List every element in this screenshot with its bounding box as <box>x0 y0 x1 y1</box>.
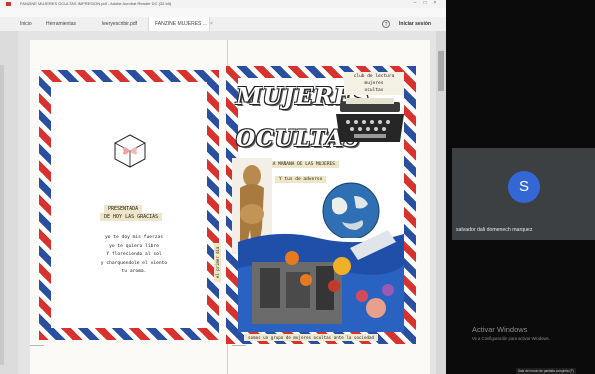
tab-herramientas[interactable]: Herramientas <box>40 17 82 31</box>
crop-mark <box>30 345 44 346</box>
acrobat-window: FANZINE MUJERES OCULTAS IMPRESION.pdf - … <box>0 0 446 374</box>
tab-fanzine-label: FANZINE MUJERES ... <box>155 21 207 27</box>
crop-mark <box>232 345 246 346</box>
tab-fanzine[interactable]: FANZINE MUJERES ... × <box>148 17 213 31</box>
left-tape-2: DE HOY LAS GRACIAS <box>100 213 163 221</box>
tab-close-icon[interactable]: × <box>210 21 213 27</box>
avatar: S <box>508 171 540 203</box>
bottom-banner: somos un grupo de mujeres ocultas ante l… <box>244 334 379 341</box>
maximize-icon[interactable]: □ <box>422 1 428 6</box>
menu-bar: Archivo Edición Ver Firmar Ventana Ayuda <box>0 8 446 22</box>
cover-collage <box>238 230 404 332</box>
window-title: FANZINE MUJERES OCULTAS IMPRESION.pdf - … <box>20 1 172 6</box>
left-poem: yo te doy mis fuerzas yo te quiero libre… <box>92 234 176 277</box>
tab-leeryescribir[interactable]: leeryescribir.pdf <box>96 17 143 31</box>
activate-windows-subtitle: Ve a Configuración para activar Windows. <box>472 336 550 341</box>
club-label: club de lectura mujeres ocultas <box>344 72 404 95</box>
vertical-scrollbar[interactable] <box>436 31 446 374</box>
acrobat-logo-icon <box>6 2 11 6</box>
typewriter-image <box>336 98 404 142</box>
left-tape-1: PRESENTADA <box>104 205 143 213</box>
participant-name: salvador dali domenech marquez <box>456 227 533 233</box>
poem-line: tu aroma. <box>121 269 147 274</box>
cube-butterfly-illustration <box>114 134 146 168</box>
help-icon[interactable]: ? <box>382 20 390 28</box>
left-panel-strip <box>0 31 18 374</box>
scrollbar-thumb[interactable] <box>438 51 444 91</box>
subtitle-tape: LA MAÑANA DE LAS MUJERES <box>266 161 340 168</box>
signin-button[interactable]: Iniciar sesión <box>399 17 431 31</box>
poem-line: Y floreciendo al sol <box>106 252 162 257</box>
poem-line: yo te doy mis fuerzas <box>104 235 164 240</box>
tab-bar: Inicio Herramientas leeryescribir.pdf FA… <box>0 17 446 32</box>
club-label-line: club de lectura <box>353 74 395 79</box>
fullscreen-toast[interactable]: Salir del modo de pantalla completa (F) <box>516 368 576 374</box>
club-label-line: ocultas <box>364 88 384 93</box>
activate-windows-title: Activar Windows <box>472 325 528 334</box>
minimize-icon[interactable]: – <box>412 1 418 6</box>
poem-line: yo te quiero libre <box>109 243 159 249</box>
close-icon[interactable]: × <box>432 1 438 6</box>
side-tape: el primer día <box>214 242 221 282</box>
tab-inicio[interactable]: Inicio <box>14 17 38 31</box>
poem-line: y charquendole el viento <box>100 260 168 266</box>
club-label-line: mujeres <box>364 81 384 86</box>
